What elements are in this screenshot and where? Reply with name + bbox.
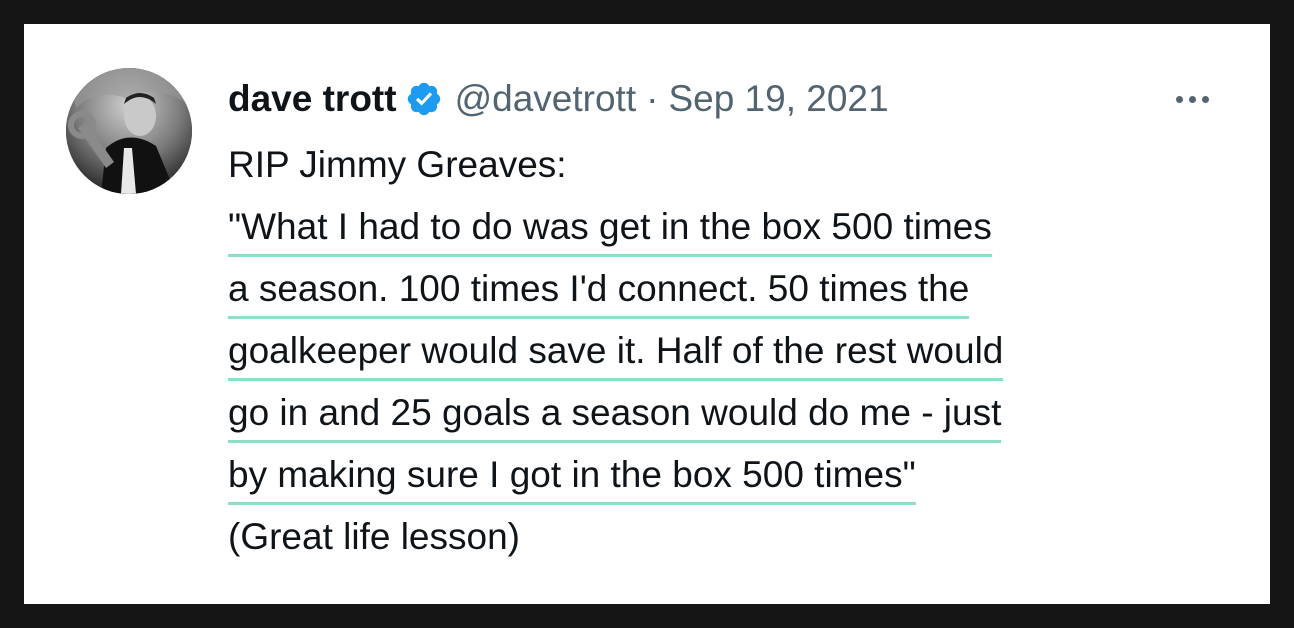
tweet-date[interactable]: Sep 19, 2021 bbox=[668, 78, 888, 120]
more-options-icon[interactable] bbox=[1168, 84, 1216, 114]
verified-badge-icon bbox=[405, 80, 443, 118]
header-separator: · bbox=[646, 78, 659, 119]
tweet-line-highlighted: a season. 100 times I'd connect. 50 time… bbox=[228, 258, 1248, 320]
author-handle[interactable]: @davetrott bbox=[455, 78, 637, 120]
tweet-line-highlighted: goalkeeper would save it. Half of the re… bbox=[228, 320, 1248, 382]
tweet-line: RIP Jimmy Greaves: bbox=[228, 144, 567, 185]
tweet-line-highlighted: "What I had to do was get in the box 500… bbox=[228, 196, 1248, 258]
avatar[interactable] bbox=[66, 68, 192, 194]
tweet-header: dave trott @davetrott · Sep 19, 2021 bbox=[228, 74, 889, 124]
tweet-line-highlighted: by making sure I got in the box 500 time… bbox=[228, 444, 1248, 506]
tweet-card: dave trott @davetrott · Sep 19, 2021 RIP… bbox=[24, 24, 1270, 604]
tweet-line-highlighted: go in and 25 goals a season would do me … bbox=[228, 382, 1248, 444]
author-name[interactable]: dave trott bbox=[228, 78, 397, 120]
avatar-photo-icon bbox=[66, 68, 192, 194]
tweet-line: (Great life lesson) bbox=[228, 516, 520, 557]
tweet-text: RIP Jimmy Greaves: "What I had to do was… bbox=[228, 134, 1248, 568]
